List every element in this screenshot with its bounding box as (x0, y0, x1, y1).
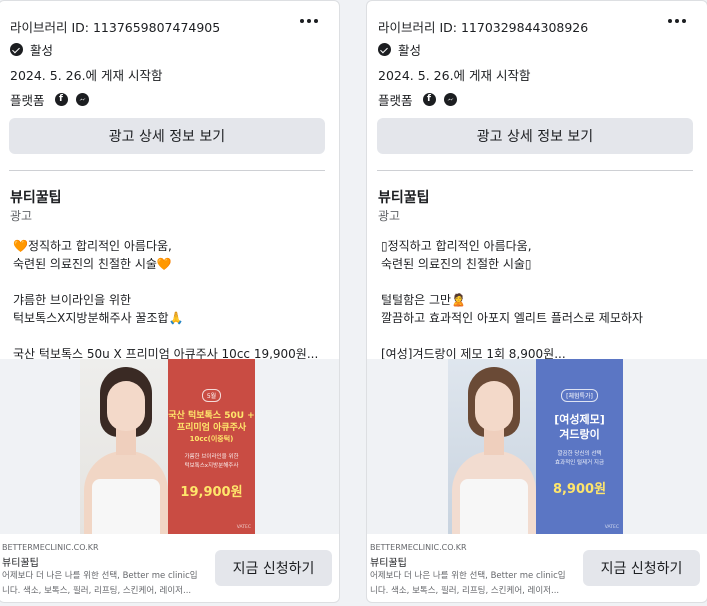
ad-card: 라이브러리 ID: 1137659807474905 활성 2024. 5. 2… (0, 0, 340, 603)
body-line: 갸름한 브이라인을 위한 (13, 293, 132, 307)
ad-card: 라이브러리 ID: 1170329844308926 활성 2024. 5. 2… (366, 0, 707, 603)
creative-price: 8,900원 (552, 482, 607, 497)
platform-row: 플랫폼 f (378, 90, 457, 109)
ad-body-text: 🧡정직하고 합리적인 아름다움, 숙련된 의료진의 친절한 시술🧡 갸름한 브이… (13, 237, 331, 363)
creative-price: 19,900원 (180, 485, 243, 500)
status-row: 활성 (10, 40, 53, 59)
status-text: 활성 (398, 43, 422, 58)
body-line: 털털함은 그만🙎 (381, 293, 466, 307)
start-date: 2024. 5. 26.에 게재 시작함 (10, 68, 163, 83)
body-line: 깔끔하고 효과적인 아포지 엘리트 플러스로 제모하자 (381, 311, 643, 325)
platform-label: 플랫폼 (10, 93, 45, 108)
sponsored-label: 광고 (10, 209, 33, 223)
status-text: 활성 (30, 43, 54, 58)
apply-now-button[interactable]: 지금 신청하기 (583, 550, 700, 586)
ad-media[interactable]: [체험특가] [여성제모] 겨드랑이 깔끔한 당신의 선택 효과적인 털제거 지… (367, 359, 707, 534)
creative-subtext: 깔끔한 당신의 선택 효과적인 털제거 지금 (554, 451, 605, 466)
status-row: 활성 (378, 40, 421, 59)
library-id: 라이브러리 ID: 1137659807474905 (10, 20, 221, 35)
link-description: 어제보다 더 나은 나를 위한 선택, Better me clinic입 니다… (2, 571, 198, 596)
body-line: 턱보톡스X지방분해주사 꿀조합🙏 (13, 311, 184, 325)
ad-body-text: ▯정직하고 합리적인 아름다움, 숙련된 의료진의 친절한 시술▯ 털털함은 그… (381, 237, 699, 363)
ad-creative-image[interactable]: [체험특가] [여성제모] 겨드랑이 깔끔한 당신의 선택 효과적인 털제거 지… (448, 359, 623, 534)
ad-details-button[interactable]: 광고 상세 정보 보기 (377, 118, 693, 154)
messenger-icon (443, 93, 457, 106)
ad-media[interactable]: 5월 국산 턱보톡스 50U + 프리미엄 아큐주사 10cc(이중턱) 가름한… (0, 359, 339, 534)
page-name[interactable]: 뷰티꿀팁 (378, 187, 430, 207)
link-description: 어제보다 더 나은 나를 위한 선택, Better me clinic입 니다… (370, 571, 566, 596)
platform-label: 플랫폼 (378, 93, 413, 108)
messenger-icon (75, 93, 89, 106)
body-line: ▯정직하고 합리적인 아름다움, (381, 239, 532, 253)
divider (9, 170, 325, 171)
check-circle-icon (10, 43, 23, 56)
link-domain[interactable]: BETTERMECLINIC.CO.KR (2, 543, 99, 552)
page-name[interactable]: 뷰티꿀팁 (10, 187, 62, 207)
creative-tag: [체험특가] (561, 389, 598, 402)
creative-text-panel: 5월 국산 턱보톡스 50U + 프리미엄 아큐주사 10cc(이중턱) 가름한… (168, 359, 255, 534)
creative-brand: VATEC (236, 525, 251, 530)
creative-text-panel: [체험특가] [여성제모] 겨드랑이 깔끔한 당신의 선택 효과적인 털제거 지… (536, 359, 623, 534)
creative-tag: 5월 (201, 389, 222, 402)
divider (377, 170, 693, 171)
more-options-icon[interactable] (295, 11, 323, 31)
facebook-icon: f (54, 93, 68, 106)
platform-row: 플랫폼 f (10, 90, 89, 109)
link-title[interactable]: 뷰티꿀팁 (370, 554, 407, 569)
body-line: 숙련된 의료진의 친절한 시술▯ (381, 257, 532, 271)
sponsored-label: 광고 (378, 209, 401, 223)
model-photo (448, 359, 536, 534)
ad-creative-image[interactable]: 5월 국산 턱보톡스 50U + 프리미엄 아큐주사 10cc(이중턱) 가름한… (80, 359, 255, 534)
start-date: 2024. 5. 26.에 게재 시작함 (378, 68, 531, 83)
creative-brand: VATEC (604, 525, 619, 530)
link-domain[interactable]: BETTERMECLINIC.CO.KR (370, 543, 467, 552)
creative-headline: 프리미엄 아큐주사 (176, 423, 247, 433)
creative-headline: 국산 턱보톡스 50U + (168, 411, 255, 421)
link-title[interactable]: 뷰티꿀팁 (2, 554, 39, 569)
library-id: 라이브러리 ID: 1170329844308926 (378, 20, 589, 35)
creative-headline: [여성제모] (554, 413, 605, 426)
creative-headline: 겨드랑이 (559, 428, 600, 441)
creative-headline: 10cc(이중턱) (189, 435, 234, 443)
facebook-icon: f (422, 93, 436, 106)
check-circle-icon (378, 43, 391, 56)
more-options-icon[interactable] (663, 11, 691, 31)
creative-subtext: 가름한 브이라인을 위한 턱보톡스x지방분해주사 (184, 454, 239, 469)
ad-details-button[interactable]: 광고 상세 정보 보기 (9, 118, 325, 154)
body-line: 숙련된 의료진의 친절한 시술🧡 (13, 257, 172, 271)
apply-now-button[interactable]: 지금 신청하기 (215, 550, 332, 586)
body-line: 🧡정직하고 합리적인 아름다움, (13, 239, 172, 253)
model-photo (80, 359, 168, 534)
